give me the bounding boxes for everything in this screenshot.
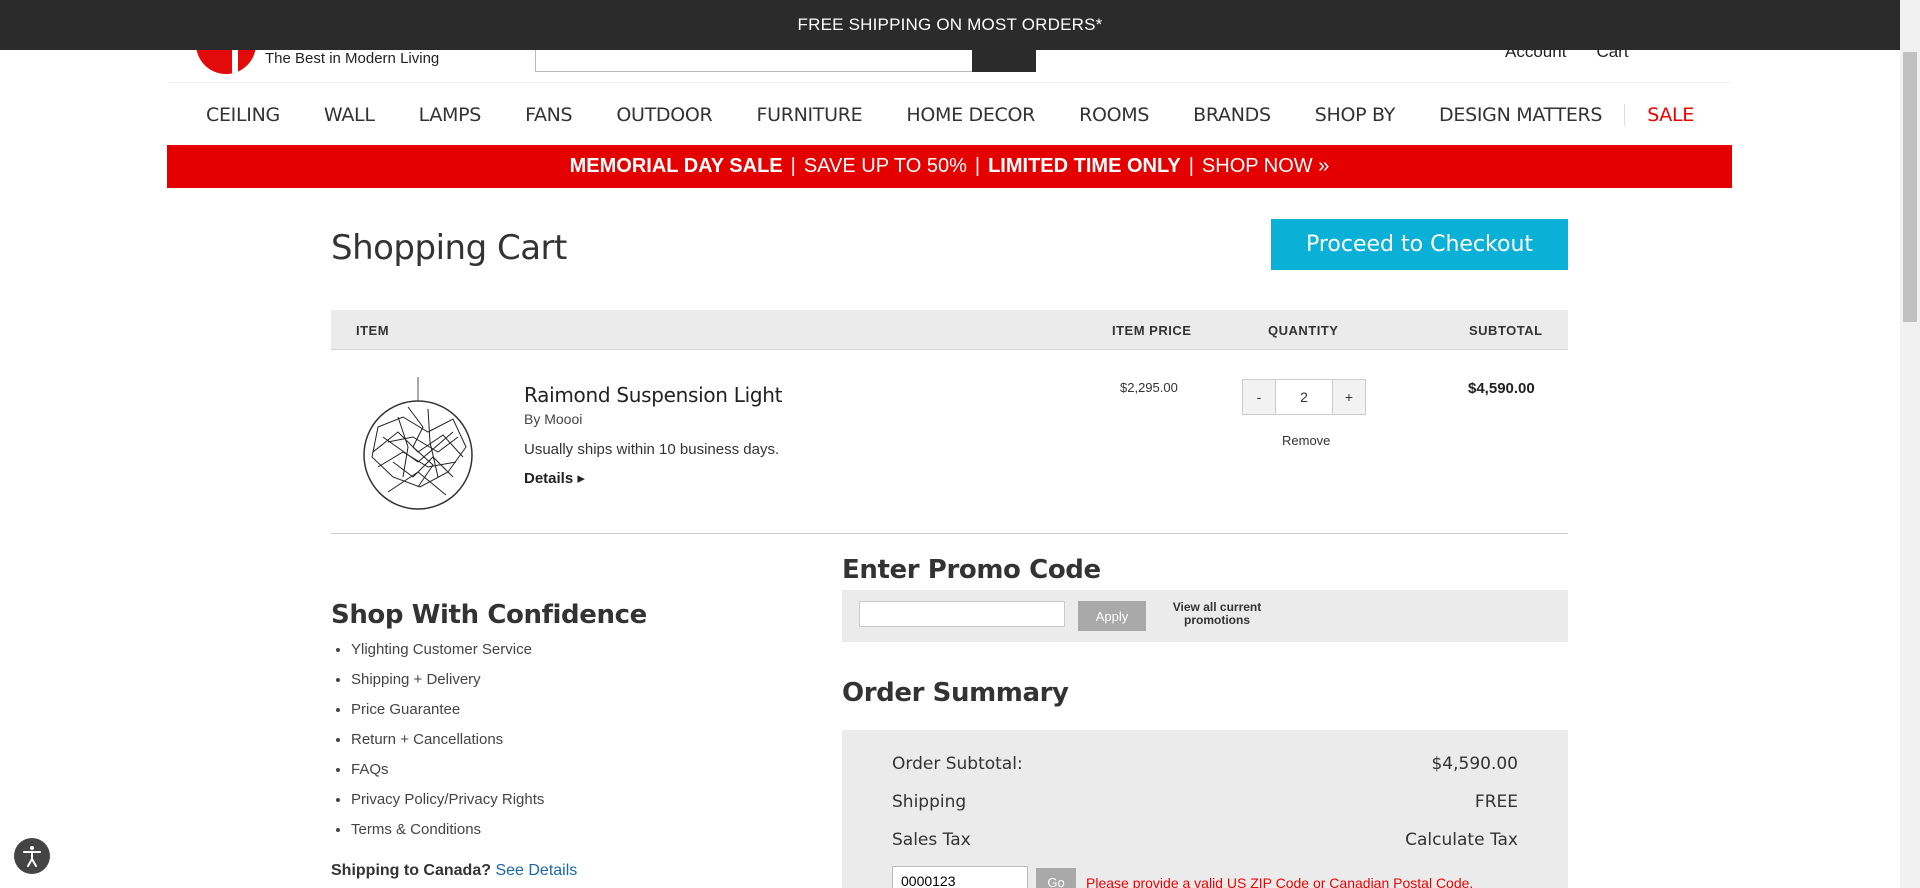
cart-row-divider [331, 533, 1568, 534]
quantity-stepper: - + [1242, 379, 1366, 415]
zip-go-button[interactable]: Go [1036, 868, 1076, 888]
quantity-decrease-button[interactable]: - [1242, 379, 1276, 415]
remove-item-link[interactable]: Remove [1282, 433, 1330, 448]
confidence-item[interactable]: Ylighting Customer Service [351, 640, 544, 670]
confidence-item[interactable]: Return + Cancellations [351, 730, 544, 760]
order-summary-title: Order Summary [842, 678, 1069, 708]
summary-label: Order Subtotal: [892, 754, 1023, 774]
col-item-price: ITEM PRICE [1112, 323, 1192, 338]
banner-part-1: MEMORIAL DAY SALE [569, 155, 783, 177]
pendant-light-image [363, 377, 473, 510]
cart-table-header: ITEM ITEM PRICE QUANTITY SUBTOTAL [331, 310, 1568, 350]
confidence-list: Ylighting Customer Service Shipping + De… [351, 640, 544, 850]
apply-promo-button[interactable]: Apply [1078, 601, 1146, 631]
summary-label: Sales Tax [892, 830, 971, 850]
header-divider [170, 82, 1730, 83]
page-title: Shopping Cart [331, 228, 567, 268]
banner-part-2: SAVE UP TO 50% [803, 155, 967, 177]
banner-separator: | [1188, 155, 1194, 177]
nav-ceiling[interactable]: CEILING [184, 104, 302, 126]
summary-row-sales-tax: Sales Tax Calculate Tax [892, 830, 1518, 850]
banner-shop-now: SHOP NOW » [1201, 155, 1330, 177]
product-brand[interactable]: By Moooi [524, 411, 582, 427]
nav-fans[interactable]: FANS [503, 104, 594, 126]
logo-tagline: The Best in Modern Living [265, 50, 440, 67]
product-details-toggle[interactable]: Details ▸ [524, 469, 585, 487]
col-subtotal: SUBTOTAL [1469, 323, 1543, 338]
nav-outdoor[interactable]: OUTDOOR [594, 104, 734, 126]
canada-see-details-link[interactable]: See Details [495, 862, 577, 879]
product-image[interactable] [358, 377, 478, 517]
confidence-item[interactable]: Privacy Policy/Privacy Rights [351, 790, 544, 820]
canada-shipping-note: Shipping to Canada? See Details [331, 862, 577, 880]
confidence-item[interactable]: Price Guarantee [351, 700, 544, 730]
banner-part-3: LIMITED TIME ONLY [988, 155, 1181, 177]
order-summary-box: Order Subtotal: $4,590.00 Shipping FREE … [842, 730, 1568, 888]
nav-design-matters[interactable]: DESIGN MATTERS [1417, 104, 1624, 126]
row-subtotal: $4,590.00 [1468, 380, 1535, 397]
nav-lamps[interactable]: LAMPS [397, 104, 503, 126]
summary-row-shipping: Shipping FREE [892, 792, 1518, 812]
nav-wall[interactable]: WALL [302, 104, 397, 126]
scrollbar-thumb[interactable] [1903, 52, 1917, 322]
quantity-input[interactable] [1276, 379, 1332, 415]
product-shipping-note: Usually ships within 10 business days. [524, 441, 780, 458]
product-name[interactable]: Raimond Suspension Light [524, 383, 782, 407]
nav-sale[interactable]: SALE [1624, 104, 1716, 126]
calculate-tax-link[interactable]: Calculate Tax [1405, 830, 1518, 850]
confidence-item[interactable]: Terms & Conditions [351, 820, 544, 850]
item-price: $2,295.00 [1120, 380, 1178, 395]
col-quantity: QUANTITY [1268, 323, 1339, 338]
confidence-title: Shop With Confidence [331, 600, 647, 630]
zip-code-input[interactable] [892, 866, 1028, 888]
nav-brands[interactable]: BRANDS [1171, 104, 1293, 126]
promo-title: Enter Promo Code [842, 555, 1101, 585]
site-header: The Best in Modern Living Account Cart [0, 40, 1900, 83]
zip-error-message: Please provide a valid US ZIP Code or Ca… [1086, 875, 1474, 888]
free-shipping-text: FREE SHIPPING ON MOST ORDERS* [797, 15, 1103, 34]
nav-furniture[interactable]: FURNITURE [734, 104, 884, 126]
promo-code-box: Apply View all current promotions [842, 590, 1568, 642]
view-promotions-link[interactable]: View all current promotions [1162, 601, 1272, 627]
nav-shop-by[interactable]: SHOP BY [1293, 104, 1417, 126]
promo-code-input[interactable] [859, 601, 1065, 627]
summary-value: $4,590.00 [1431, 754, 1518, 774]
nav-home-decor[interactable]: HOME DECOR [884, 104, 1057, 126]
proceed-to-checkout-button[interactable]: Proceed to Checkout [1271, 219, 1568, 270]
summary-row-subtotal: Order Subtotal: $4,590.00 [892, 754, 1518, 774]
confidence-item[interactable]: FAQs [351, 760, 544, 790]
banner-separator: | [974, 155, 981, 177]
accessibility-figure-icon [23, 846, 41, 867]
summary-label: Shipping [892, 792, 967, 812]
canada-label: Shipping to Canada? [331, 862, 491, 879]
nav-rooms[interactable]: ROOMS [1057, 104, 1171, 126]
summary-value: FREE [1474, 792, 1518, 812]
accessibility-icon[interactable] [14, 838, 50, 874]
main-nav: CEILING WALL LAMPS FANS OUTDOOR FURNITUR… [168, 95, 1732, 135]
banner-separator: | [790, 155, 796, 177]
quantity-increase-button[interactable]: + [1332, 379, 1366, 415]
sale-banner[interactable]: MEMORIAL DAY SALE | SAVE UP TO 50% | LIM… [167, 145, 1732, 188]
free-shipping-bar: FREE SHIPPING ON MOST ORDERS* [0, 0, 1900, 50]
confidence-item[interactable]: Shipping + Delivery [351, 670, 544, 700]
col-item: ITEM [356, 323, 390, 338]
